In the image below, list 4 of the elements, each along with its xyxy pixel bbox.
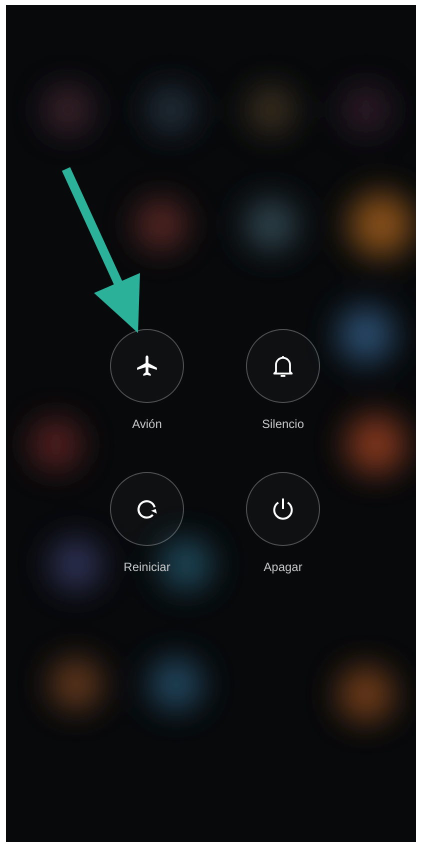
button-label: Silencio [262,416,304,432]
button-label: Reiniciar [124,559,170,575]
button-label: Apagar [264,559,302,575]
button-label: Avión [132,416,162,432]
